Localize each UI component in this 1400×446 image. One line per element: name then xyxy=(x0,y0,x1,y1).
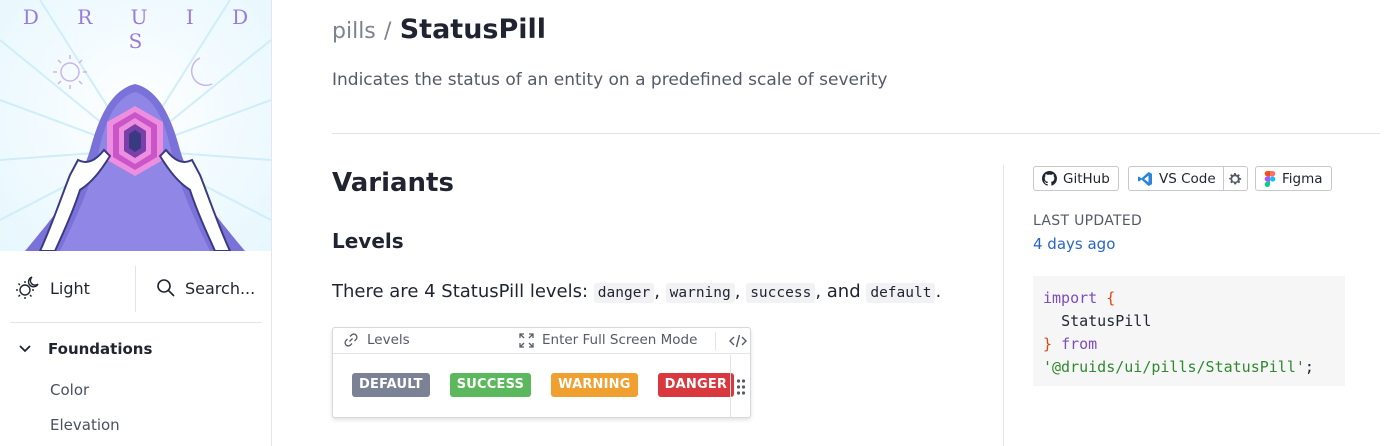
search-icon xyxy=(157,279,175,297)
example-levels-label: Levels xyxy=(367,332,410,348)
content-divider xyxy=(1003,165,1004,446)
search-button[interactable]: Search... xyxy=(156,268,266,308)
status-pill-success: SUCCESS xyxy=(449,373,532,397)
fullscreen-button[interactable]: Enter Full Screen Mode xyxy=(519,332,697,348)
sidebar-item-elevation[interactable]: Elevation xyxy=(50,416,120,434)
sidebar-item-color[interactable]: Color xyxy=(50,381,89,399)
figma-label: Figma xyxy=(1282,170,1323,187)
example-link-levels[interactable]: Levels xyxy=(343,332,410,348)
code-default: default xyxy=(866,283,936,303)
theme-toggle-button[interactable]: Light xyxy=(14,268,124,308)
nav-group-foundations[interactable]: Foundations xyxy=(18,340,152,358)
gear-icon xyxy=(1229,172,1242,184)
code-import-name: StatusPill xyxy=(1061,312,1152,330)
code-brace-open: { xyxy=(1106,289,1116,307)
figma-button[interactable]: Figma xyxy=(1255,166,1332,191)
github-icon xyxy=(1042,171,1057,186)
vscode-button-group: VS Code xyxy=(1128,166,1248,191)
fullscreen-label: Enter Full Screen Mode xyxy=(542,332,698,348)
controls-divider xyxy=(135,266,136,312)
code-icon xyxy=(729,334,747,348)
vscode-button[interactable]: VS Code xyxy=(1137,167,1223,190)
code-warning: warning xyxy=(665,283,735,303)
expand-icon xyxy=(519,332,534,348)
github-button[interactable]: GitHub xyxy=(1033,166,1119,191)
paragraph-period: . xyxy=(935,281,942,302)
import-code-block: import { StatusPill } from '@druids/ui/p… xyxy=(1033,276,1345,386)
status-pill-warning: WARNING xyxy=(551,373,638,397)
vscode-label: VS Code xyxy=(1159,170,1216,187)
nav-group-label: Foundations xyxy=(48,340,153,358)
code-danger: danger xyxy=(593,283,655,303)
paragraph-text: There are 4 StatusPill levels: xyxy=(332,281,594,302)
link-icon xyxy=(344,333,358,347)
resize-handle[interactable] xyxy=(730,355,751,418)
code-keyword-from: from xyxy=(1061,335,1098,353)
section-heading-variants: Variants xyxy=(332,168,454,198)
sidebar: D R U I D S Light Search... Foundations … xyxy=(0,0,272,446)
code-semicolon: ; xyxy=(1304,358,1314,376)
breadcrumb-separator: / xyxy=(384,19,392,44)
last-updated-link[interactable]: 4 days ago xyxy=(1033,235,1115,253)
search-label: Search... xyxy=(185,278,256,298)
status-pill-list: DEFAULT SUCCESS WARNING DANGER xyxy=(352,373,735,397)
github-label: GitHub xyxy=(1063,170,1110,187)
show-code-button[interactable] xyxy=(728,331,748,351)
brand-wordmark: D R U I D S xyxy=(22,5,265,53)
sidebar-divider xyxy=(10,322,262,323)
subsection-heading-levels: Levels xyxy=(332,229,404,253)
vscode-icon xyxy=(1138,171,1152,186)
header-divider xyxy=(332,133,1380,134)
vscode-settings-button[interactable] xyxy=(1222,167,1247,190)
example-frame: Levels Enter Full Screen Mode DEFAULT SU… xyxy=(332,327,751,418)
sun-moon-icon xyxy=(16,276,39,299)
paragraph-separator: , xyxy=(734,281,747,302)
chevron-down-icon xyxy=(19,345,31,353)
theme-toggle-label: Light xyxy=(50,278,90,298)
paragraph-separator: , and xyxy=(815,281,867,302)
sidebar-controls: Light Search... xyxy=(0,252,271,324)
code-import-path: '@druids/ui/pills/StatusPill' xyxy=(1043,358,1305,376)
page-description: Indicates the status of an entity on a p… xyxy=(332,70,888,90)
code-success: success xyxy=(746,283,816,303)
toolbar-divider xyxy=(715,332,716,350)
figma-icon xyxy=(1264,170,1276,187)
page-title: StatusPill xyxy=(399,14,547,45)
status-pill-default: DEFAULT xyxy=(352,373,430,397)
breadcrumb: pills / StatusPill xyxy=(332,14,546,45)
levels-paragraph: There are 4 StatusPill levels: danger, w… xyxy=(332,281,942,303)
drag-handle-icon xyxy=(736,378,746,395)
status-pill-danger: DANGER xyxy=(657,373,735,397)
brand-banner: D R U I D S xyxy=(0,0,271,251)
sun-icon xyxy=(53,55,87,89)
moon-icon xyxy=(190,57,213,87)
example-toolbar: Levels Enter Full Screen Mode xyxy=(333,328,750,354)
last-updated-label: LAST UPDATED xyxy=(1033,213,1143,229)
code-keyword-import: import xyxy=(1043,289,1098,307)
paragraph-separator: , xyxy=(654,281,666,302)
breadcrumb-parent[interactable]: pills xyxy=(332,19,376,44)
code-brace-close: } xyxy=(1043,335,1053,353)
